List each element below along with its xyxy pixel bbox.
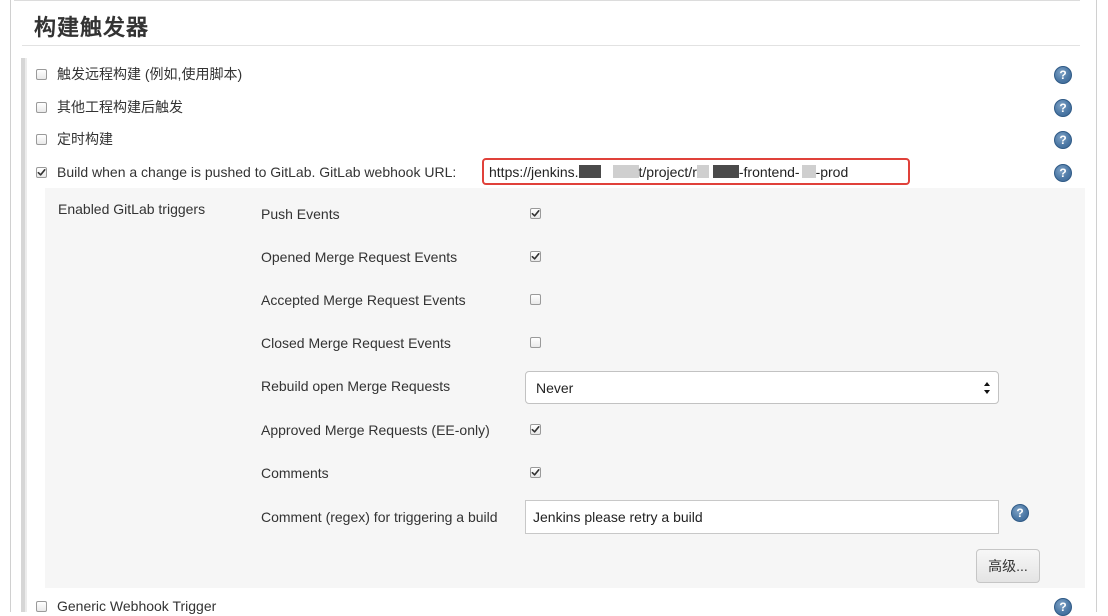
help-icon[interactable]: ? [1054, 598, 1072, 616]
trigger-row-timer: 定时构建 [36, 129, 113, 149]
rebuild-open-mr-select[interactable]: Never [525, 371, 999, 404]
section-title: 构建触发器 [34, 15, 150, 40]
trigger-row-gitlab: Build when a change is pushed to GitLab.… [36, 162, 456, 182]
checkmark-icon [531, 468, 540, 476]
rebuild-open-mr-value: Never [536, 379, 574, 396]
accepted-mr-events-checkbox[interactable] [530, 294, 541, 305]
trigger-timer-checkbox[interactable] [36, 133, 47, 145]
advanced-button[interactable]: 高级... [976, 549, 1040, 583]
checkmark-icon [531, 252, 540, 260]
frame-left-border [10, 0, 11, 612]
frame-right-border [1096, 0, 1097, 612]
help-icon[interactable]: ? [1054, 131, 1072, 149]
trigger-row-generic-webhook: Generic Webhook Trigger [36, 596, 216, 616]
help-icon[interactable]: ? [1054, 66, 1072, 84]
top-border [14, 0, 1080, 1]
trigger-generic-webhook-checkbox[interactable] [36, 600, 47, 612]
select-arrows-icon [984, 382, 990, 394]
comments-checkbox[interactable] [530, 467, 541, 478]
checkmark-icon [37, 168, 46, 176]
trigger-after-other-checkbox[interactable] [36, 101, 47, 113]
webhook-url-highlight: https://jenkins. t/project/r -frontend- … [482, 158, 910, 185]
comments-label: Comments [261, 465, 329, 481]
help-icon[interactable]: ? [1011, 504, 1029, 522]
comment-regex-value: Jenkins please retry a build [533, 509, 703, 525]
section-divider [22, 45, 1080, 46]
opened-mr-events-checkbox[interactable] [530, 251, 541, 262]
closed-mr-events-label: Closed Merge Request Events [261, 335, 451, 351]
comment-regex-input[interactable]: Jenkins please retry a build [525, 500, 999, 534]
redacted-block [696, 165, 709, 178]
approved-mr-checkbox[interactable] [530, 424, 541, 435]
trigger-gitlab-label: Build when a change is pushed to GitLab.… [57, 164, 457, 180]
redacted-block [578, 165, 601, 178]
webhook-url-part2: t/project/r [638, 163, 697, 180]
help-icon[interactable]: ? [1054, 99, 1072, 117]
checkmark-icon [531, 425, 540, 433]
trigger-remote-label: 触发远程构建 (例如,使用脚本) [57, 66, 243, 82]
push-events-label: Push Events [261, 206, 340, 222]
comment-regex-label: Comment (regex) for triggering a build [261, 509, 498, 525]
enabled-gitlab-triggers-label: Enabled GitLab triggers [58, 201, 206, 217]
checkmark-icon [531, 209, 540, 217]
section-gutter-light [25, 58, 27, 612]
approved-mr-label: Approved Merge Requests (EE-only) [261, 422, 490, 438]
trigger-after-other-label: 其他工程构建后触发 [57, 99, 183, 115]
webhook-url-part4: -prod [815, 163, 849, 180]
help-icon[interactable]: ? [1054, 164, 1072, 182]
redacted-block [612, 165, 639, 178]
push-events-checkbox[interactable] [530, 208, 541, 219]
redacted-block [801, 165, 816, 178]
webhook-url-part1: https://jenkins. [489, 163, 579, 180]
trigger-remote-checkbox[interactable] [36, 68, 47, 80]
closed-mr-events-checkbox[interactable] [530, 337, 541, 348]
trigger-row-after-other: 其他工程构建后触发 [36, 97, 183, 117]
redacted-block [712, 165, 739, 178]
accepted-mr-events-label: Accepted Merge Request Events [261, 292, 466, 308]
trigger-gitlab-checkbox[interactable] [36, 166, 47, 178]
trigger-row-remote: 触发远程构建 (例如,使用脚本) [36, 64, 242, 84]
rebuild-open-mr-label: Rebuild open Merge Requests [261, 378, 451, 394]
webhook-url-part3: -frontend- [738, 163, 800, 180]
trigger-timer-label: 定时构建 [57, 131, 113, 147]
opened-mr-events-label: Opened Merge Request Events [261, 249, 458, 265]
